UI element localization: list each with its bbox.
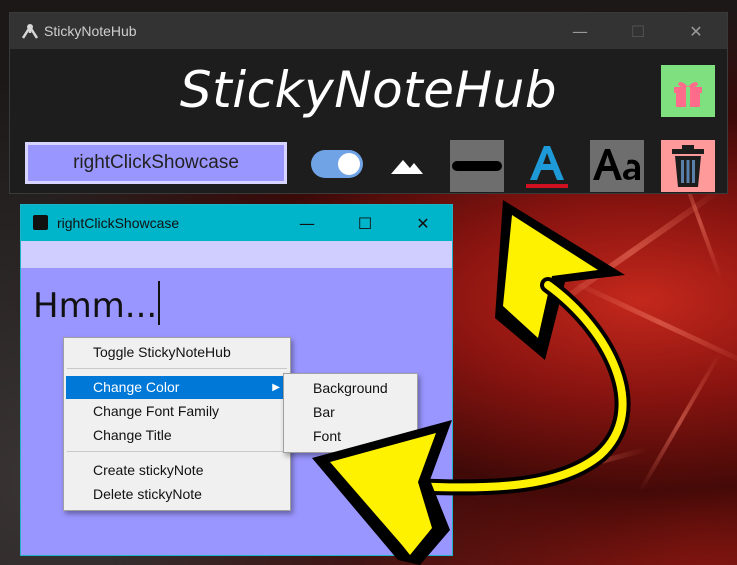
menu-item-toggle-hub[interactable]: Toggle StickyNoteHub: [66, 341, 288, 364]
close-icon: ✕: [689, 21, 703, 41]
menu-item-change-font-family[interactable]: Change Font Family: [66, 400, 288, 423]
font-color-icon: [526, 146, 568, 188]
submenu-item-font[interactable]: Font: [286, 425, 415, 448]
wallpaper-streak: [568, 277, 737, 368]
submenu-item-background[interactable]: Background: [286, 377, 415, 400]
minimize-icon: —: [299, 213, 315, 233]
menu-item-change-title[interactable]: Change Title: [66, 424, 288, 447]
wallpaper-streak: [472, 446, 648, 499]
maximize-icon: ☐: [357, 213, 373, 233]
note-text: Hmm...: [33, 286, 158, 326]
minimize-button[interactable]: —: [551, 13, 609, 49]
submenu-arrow-icon: ▶: [272, 382, 280, 393]
note-bar[interactable]: [21, 241, 452, 268]
close-button[interactable]: ✕: [394, 205, 452, 241]
submenu-item-bar[interactable]: Bar: [286, 401, 415, 424]
gift-button[interactable]: [661, 65, 715, 117]
note-titlebar[interactable]: rightClickShowcase — ☐ ✕: [21, 205, 452, 241]
font-family-icon: [593, 149, 640, 180]
toggle-knob: [338, 153, 360, 175]
hub-titlebar[interactable]: StickyNoteHub — ☐ ✕: [10, 13, 727, 49]
menu-separator: [67, 368, 287, 369]
note-window-title: rightClickShowcase: [57, 215, 180, 231]
bar-color-button[interactable]: [450, 140, 504, 192]
delete-note-button[interactable]: [661, 140, 715, 192]
trash-icon: [672, 145, 704, 187]
minimize-button[interactable]: —: [278, 205, 336, 241]
visibility-toggle[interactable]: [311, 150, 363, 178]
menu-item-create-note[interactable]: Create stickyNote: [66, 459, 288, 482]
bar-line-icon: [452, 161, 502, 171]
hub-heading: StickyNoteHub: [179, 61, 558, 119]
hub-window: StickyNoteHub — ☐ ✕ StickyNoteHub rightC…: [10, 13, 727, 193]
note-title-selector[interactable]: rightClickShowcase: [25, 142, 287, 184]
text-caret: [158, 281, 161, 325]
font-color-button[interactable]: [520, 140, 574, 192]
hub-window-title: StickyNoteHub: [44, 23, 137, 39]
background-image-button[interactable]: [380, 140, 434, 192]
menu-separator: [67, 451, 287, 452]
close-button[interactable]: ✕: [667, 13, 725, 49]
maximize-icon: ☐: [630, 21, 646, 41]
color-submenu: Background Bar Font: [283, 373, 418, 453]
menu-item-delete-note[interactable]: Delete stickyNote: [66, 483, 288, 506]
maximize-button[interactable]: ☐: [609, 13, 667, 49]
mountains-icon: [391, 160, 423, 174]
sticky-note-icon: [33, 215, 48, 230]
close-icon: ✕: [416, 213, 430, 233]
gift-icon: [674, 82, 702, 107]
context-menu: Toggle StickyNoteHub Change Color ▶ Chang…: [63, 337, 291, 511]
maximize-button[interactable]: ☐: [336, 205, 394, 241]
note-text-area[interactable]: Hmm...: [33, 281, 161, 326]
minimize-icon: —: [572, 21, 588, 41]
app-logo-icon: [21, 24, 39, 39]
menu-item-change-color[interactable]: Change Color ▶: [66, 376, 288, 399]
font-family-button[interactable]: [590, 140, 644, 192]
wallpaper-streak: [638, 351, 722, 493]
